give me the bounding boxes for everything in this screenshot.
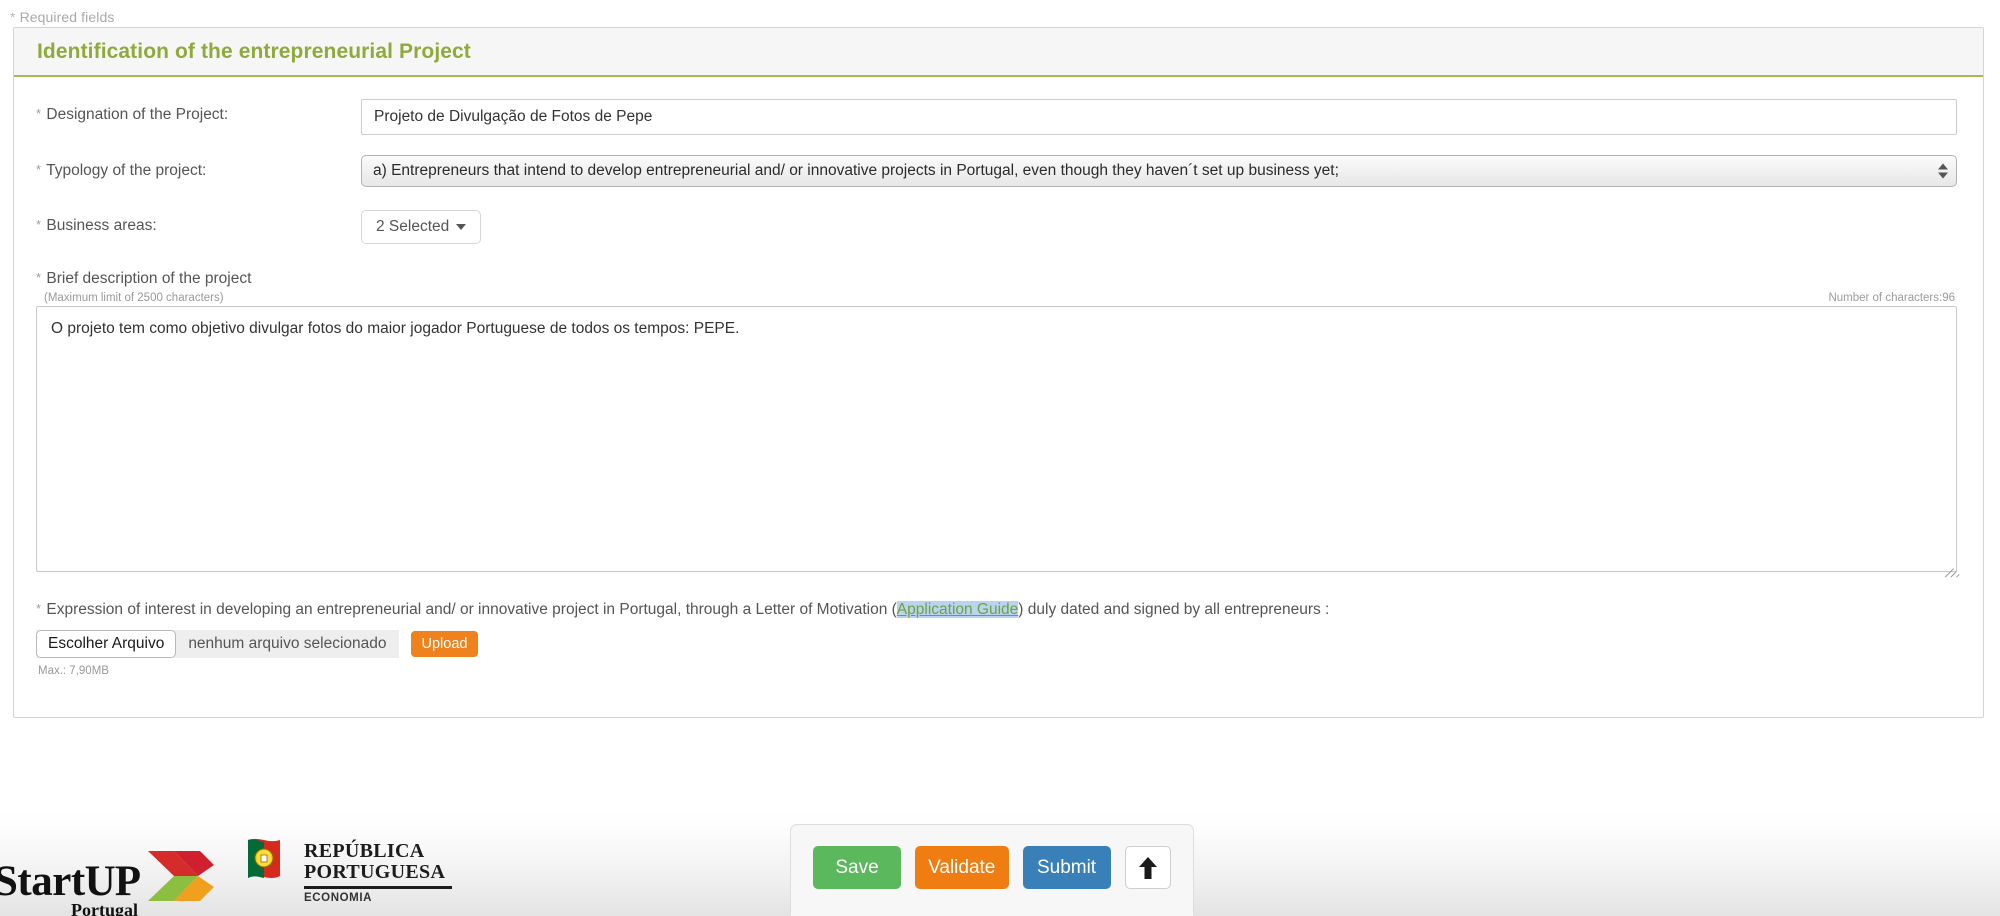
max-file-size-note: Max.: 7,90MB: [38, 665, 109, 677]
caret-down-icon: [456, 224, 467, 230]
description-block: * Brief description of the project (Maxi…: [14, 270, 1983, 578]
designation-label-text: Designation of the Project:: [46, 106, 229, 123]
startup-word-part1: Start: [0, 858, 85, 905]
description-meta-row: (Maximum limit of 2500 characters) Numbe…: [36, 288, 1957, 306]
required-fields-note: * Required fields: [10, 9, 114, 25]
republica-line2: PORTUGUESA: [304, 861, 446, 883]
required-star: *: [10, 9, 16, 25]
description-max-hint: (Maximum limit of 2500 characters): [44, 292, 224, 304]
typology-selected-value: a) Entrepreneurs that intend to develop …: [361, 155, 1957, 187]
startup-arrow-icon: [147, 847, 214, 905]
submit-button[interactable]: Submit: [1022, 846, 1111, 889]
validate-button[interactable]: Validate: [915, 846, 1009, 889]
save-button[interactable]: Save: [813, 846, 901, 889]
field-row-business-areas: * Business areas: 2 Selected: [14, 210, 1983, 244]
letter-text-after-link: ) duly dated and signed by all entrepren…: [1018, 601, 1330, 618]
republica-text-block: REPÚBLICA PORTUGUESA ECONOMIA: [304, 838, 452, 904]
republica-line1: REPÚBLICA: [304, 840, 425, 862]
description-label: * Brief description of the project: [36, 270, 1957, 288]
required-star: *: [36, 601, 42, 616]
typology-select[interactable]: a) Entrepreneurs that intend to develop …: [361, 155, 1957, 187]
choose-file-button[interactable]: Escolher Arquivo: [36, 630, 177, 658]
page-footer: StartUP Portugal REPÚBLICA PORTUGUESA EC…: [0, 810, 2000, 916]
page-title: Identification of the entrepreneurial Pr…: [37, 39, 471, 63]
selected-file-name: nenhum arquivo selecionado: [188, 635, 387, 652]
form-action-bar: Save Validate Submit: [790, 824, 1194, 916]
required-fields-label: Required fields: [19, 9, 115, 25]
identification-panel: Identification of the entrepreneurial Pr…: [13, 27, 1984, 718]
field-row-designation: * Designation of the Project:: [14, 99, 1983, 135]
business-areas-selected-count: 2 Selected: [376, 218, 450, 235]
file-input[interactable]: Escolher Arquivo nenhum arquivo selecion…: [36, 630, 399, 658]
typology-label: * Typology of the project:: [14, 155, 361, 181]
file-upload-row: Escolher Arquivo nenhum arquivo selecion…: [36, 630, 1957, 658]
upload-button[interactable]: Upload: [410, 631, 479, 657]
required-star: *: [36, 270, 42, 285]
description-label-text: Brief description of the project: [46, 270, 252, 287]
letter-text-before-link: Expression of interest in developing an …: [46, 601, 897, 618]
required-star: *: [36, 217, 42, 232]
description-char-counter: Number of characters:96: [1828, 292, 1955, 304]
required-star: *: [36, 162, 42, 177]
typology-control: a) Entrepreneurs that intend to develop …: [361, 155, 1983, 187]
scroll-to-top-button[interactable]: [1124, 846, 1171, 889]
startup-portugal-logo: StartUP Portugal: [0, 847, 214, 916]
startup-wordmark: StartUP Portugal: [0, 858, 141, 916]
business-areas-control: 2 Selected: [361, 210, 1983, 244]
business-areas-label: * Business areas:: [14, 210, 361, 236]
application-guide-link[interactable]: Application Guide: [896, 601, 1019, 618]
application-form-page: * Required fields Identification of the …: [0, 0, 2000, 916]
field-row-typology: * Typology of the project: a) Entreprene…: [14, 155, 1983, 187]
designation-input[interactable]: [361, 99, 1957, 135]
republica-rule: [304, 886, 452, 889]
startup-subtitle: Portugal: [70, 900, 138, 916]
republica-department: ECONOMIA: [304, 892, 373, 904]
select-spinner-icon: [1938, 163, 1948, 179]
panel-body: * Designation of the Project: * Typology…: [14, 77, 1983, 717]
typology-label-text: Typology of the project:: [46, 162, 207, 179]
republica-portuguesa-logo: REPÚBLICA PORTUGUESA ECONOMIA: [246, 838, 452, 904]
business-areas-label-text: Business areas:: [46, 217, 157, 234]
startup-word-part2: UP: [84, 858, 141, 905]
designation-control: [361, 99, 1983, 135]
portugal-shield-icon: [246, 838, 294, 894]
letter-of-motivation-label: * Expression of interest in developing a…: [36, 598, 1957, 621]
description-textarea[interactable]: O projeto tem como objetivo divulgar fot…: [36, 306, 1957, 572]
letter-of-motivation-block: * Expression of interest in developing a…: [14, 572, 1983, 677]
business-areas-dropdown-button[interactable]: 2 Selected: [361, 210, 482, 244]
arrow-up-icon: [1138, 856, 1158, 880]
designation-label: * Designation of the Project:: [14, 99, 361, 125]
required-star: *: [36, 106, 42, 121]
panel-heading: Identification of the entrepreneurial Pr…: [14, 28, 1983, 77]
